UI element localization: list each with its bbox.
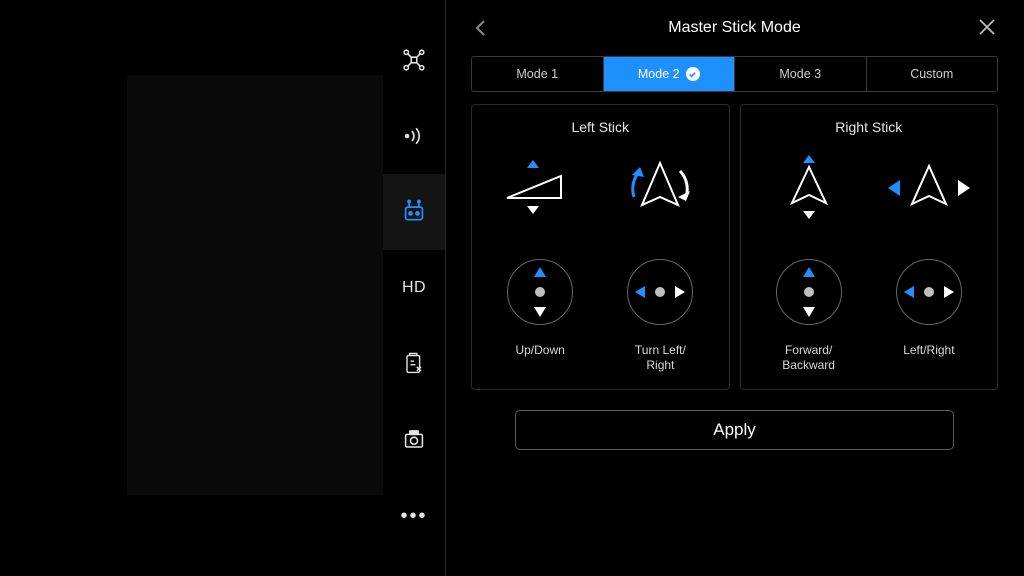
right-axis-v-label: Forward/ Backward xyxy=(749,343,869,373)
right-stick-card: Right Stick xyxy=(740,104,999,390)
check-icon xyxy=(686,67,700,81)
more-icon: ••• xyxy=(400,505,427,528)
tab-label: Mode 2 xyxy=(638,67,680,81)
settings-panel: Master Stick Mode Mode 1 Mode 2 Mode 3 C… xyxy=(445,0,1024,576)
apply-label: Apply xyxy=(713,420,756,440)
right-stick-vertical-dial xyxy=(776,259,842,325)
close-icon xyxy=(976,16,998,38)
left-stick-yaw-illustration xyxy=(600,157,720,219)
tab-label: Mode 3 xyxy=(779,67,821,81)
sidebar-item-more[interactable]: ••• xyxy=(383,478,445,554)
settings-sidebar: HD ••• xyxy=(383,0,445,576)
signal-icon xyxy=(400,122,428,150)
mode-tabs: Mode 1 Mode 2 Mode 3 Custom xyxy=(471,56,998,92)
camera-preview xyxy=(127,75,383,495)
left-stick-vertical-dial xyxy=(507,259,573,325)
sidebar-item-aircraft[interactable] xyxy=(383,22,445,98)
close-button[interactable] xyxy=(976,16,998,38)
panel-title: Master Stick Mode xyxy=(668,19,800,37)
right-stick-title: Right Stick xyxy=(749,119,990,135)
left-stick-horizontal-dial xyxy=(627,259,693,325)
hd-icon: HD xyxy=(402,279,426,297)
left-axis-v-label: Up/Down xyxy=(480,343,600,373)
sidebar-item-signal[interactable] xyxy=(383,98,445,174)
tab-label: Mode 1 xyxy=(516,67,558,81)
sidebar-item-gimbal[interactable] xyxy=(383,402,445,478)
left-axis-h-label: Turn Left/ Right xyxy=(600,343,720,373)
remote-controller-icon xyxy=(400,198,428,226)
chevron-left-icon xyxy=(471,18,491,38)
tab-mode3[interactable]: Mode 3 xyxy=(735,57,867,91)
right-stick-horizontal-dial xyxy=(896,259,962,325)
right-stick-roll-illustration xyxy=(869,158,989,218)
camera-icon xyxy=(400,426,428,454)
back-button[interactable] xyxy=(471,18,491,38)
tab-mode1[interactable]: Mode 1 xyxy=(472,57,604,91)
tab-mode2[interactable]: Mode 2 xyxy=(604,57,736,91)
panel-header: Master Stick Mode xyxy=(465,0,1004,56)
left-stick-throttle-illustration xyxy=(480,158,600,218)
right-stick-pitch-illustration xyxy=(749,153,869,223)
sidebar-item-controller[interactable] xyxy=(383,174,445,250)
left-stick-title: Left Stick xyxy=(480,119,721,135)
sidebar-item-battery[interactable] xyxy=(383,326,445,402)
drone-icon xyxy=(400,46,428,74)
left-stick-card: Left Stick xyxy=(471,104,730,390)
clipboard-icon xyxy=(400,350,428,378)
sidebar-item-hd[interactable]: HD xyxy=(383,250,445,326)
tab-custom[interactable]: Custom xyxy=(867,57,998,91)
right-axis-h-label: Left/Right xyxy=(869,343,989,373)
stick-diagrams: Left Stick xyxy=(471,104,998,390)
tab-label: Custom xyxy=(910,67,953,81)
apply-button[interactable]: Apply xyxy=(515,410,954,450)
